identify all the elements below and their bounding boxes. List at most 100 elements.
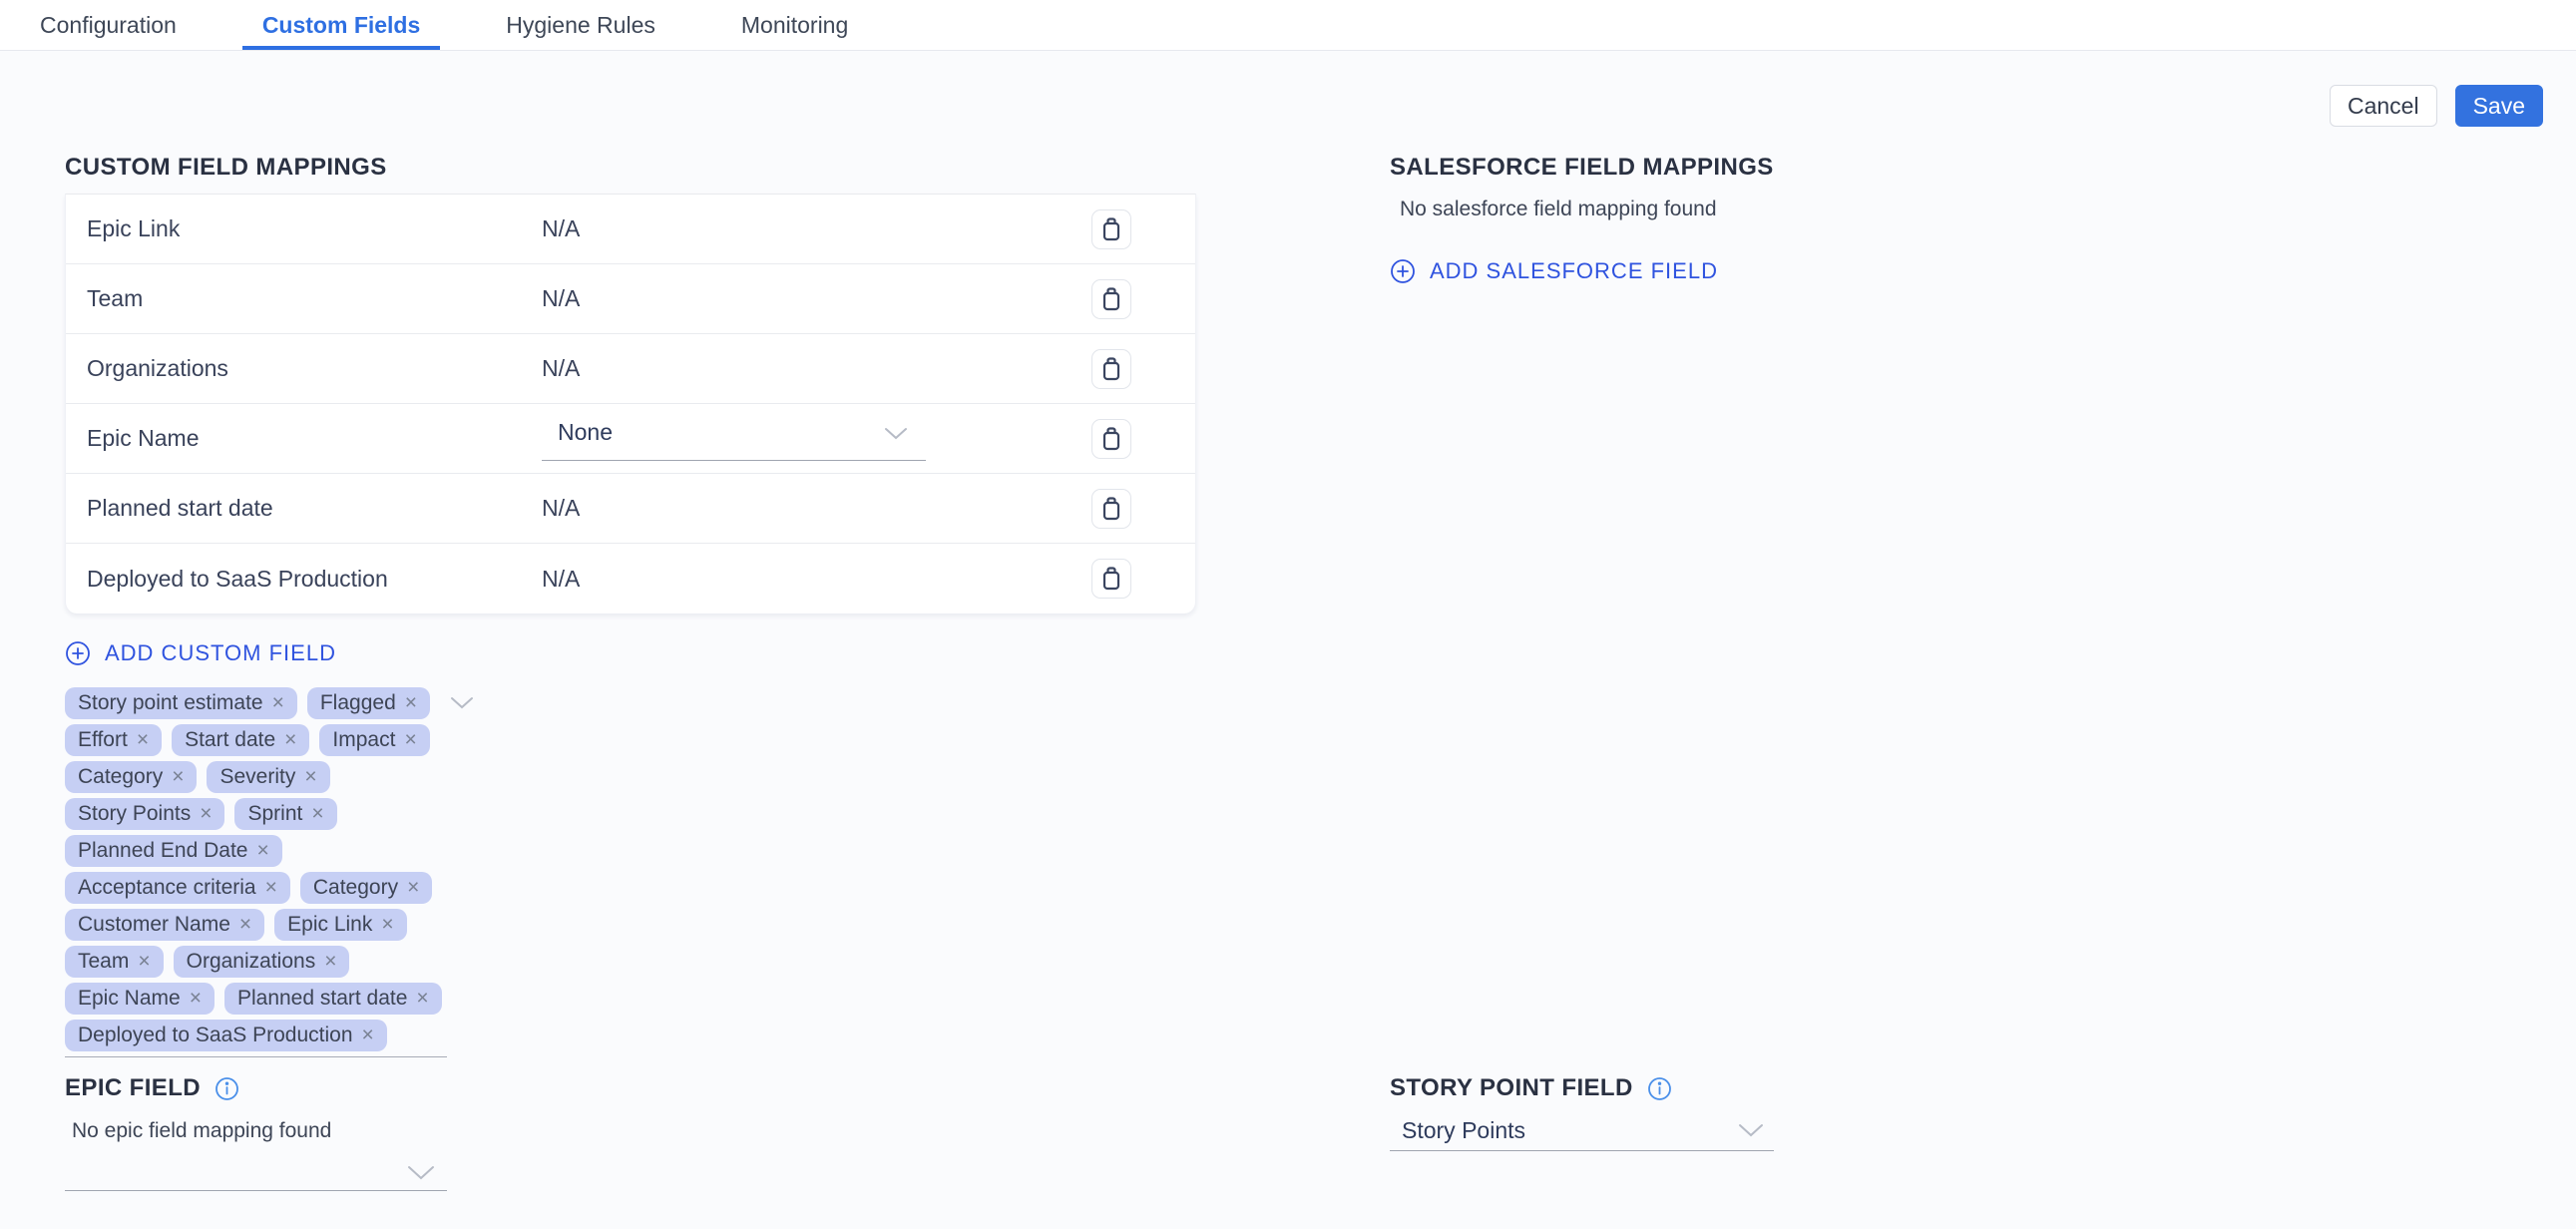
chip[interactable]: Deployed to SaaS Production×: [65, 1020, 387, 1051]
chip[interactable]: Planned End Date ×: [65, 835, 282, 867]
epic-field-empty-text: No epic field mapping found: [72, 1119, 524, 1143]
chip[interactable]: Severity ×: [207, 761, 329, 793]
add-salesforce-field-button[interactable]: ADD SALESFORCE FIELD: [1390, 258, 2188, 284]
field-label: Organizations: [87, 355, 542, 382]
chip-label: Category: [78, 765, 163, 789]
chip-label: Epic Name: [78, 987, 181, 1011]
delete-field-button[interactable]: [1091, 209, 1131, 249]
chip-remove-icon[interactable]: ×: [381, 913, 393, 937]
chip-remove-icon[interactable]: ×: [265, 876, 277, 900]
table-row: Deployed to SaaS Production N/A: [66, 544, 1195, 614]
epic-field-section: EPIC FIELD No epic field mapping found: [65, 1075, 524, 1191]
selected-value: Story Points: [1402, 1117, 1525, 1144]
trash-icon: [1098, 425, 1124, 453]
chip[interactable]: Team ×: [65, 946, 164, 978]
action-bar: Cancel Save: [2330, 85, 2543, 127]
chip[interactable]: Acceptance criteria ×: [65, 872, 290, 904]
chip-row: Planned End Date ×: [65, 835, 1196, 867]
chip-remove-icon[interactable]: ×: [304, 765, 316, 789]
chip[interactable]: Planned start date×: [224, 983, 442, 1015]
field-value: N/A: [542, 285, 580, 312]
chip-label: Flagged: [320, 691, 396, 715]
chip-remove-icon[interactable]: ×: [311, 802, 323, 826]
chip-remove-icon[interactable]: ×: [405, 691, 417, 715]
chip-remove-icon[interactable]: ×: [172, 765, 184, 789]
custom-field-mappings-title: CUSTOM FIELD MAPPINGS: [65, 155, 1196, 181]
chip-remove-icon[interactable]: ×: [256, 839, 268, 863]
chip-remove-icon[interactable]: ×: [272, 691, 284, 715]
chip-label: Impact: [332, 728, 395, 752]
story-point-field-select[interactable]: Story Points: [1390, 1117, 1774, 1151]
info-icon[interactable]: [215, 1076, 239, 1101]
chip-label: Planned End Date: [78, 839, 247, 863]
table-row: Planned start date N/A: [66, 474, 1195, 544]
chip[interactable]: Effort ×: [65, 724, 162, 756]
chip-label: Category: [313, 876, 398, 900]
add-custom-field-button[interactable]: ADD CUSTOM FIELD: [65, 640, 1196, 666]
custom-field-mappings-table: Epic Link N/A Team N/A: [65, 194, 1196, 614]
plus-circle-icon: [1390, 258, 1416, 284]
chip[interactable]: Story point estimate ×: [65, 687, 297, 719]
chip-label: Severity: [219, 765, 295, 789]
field-label: Epic Name: [87, 425, 542, 452]
info-icon[interactable]: [1647, 1076, 1672, 1101]
epic-field-title: EPIC FIELD: [65, 1075, 201, 1101]
selected-value: None: [558, 419, 613, 446]
chip-remove-icon[interactable]: ×: [137, 728, 149, 752]
save-button[interactable]: Save: [2455, 85, 2543, 127]
plus-circle-icon: [65, 640, 91, 666]
tab-monitoring[interactable]: Monitoring: [721, 0, 868, 50]
chip-remove-icon[interactable]: ×: [284, 728, 296, 752]
chevron-down-icon[interactable]: [450, 696, 474, 710]
chip[interactable]: Organizations ×: [174, 946, 350, 978]
custom-fields-multiselect[interactable]: Story point estimate × Flagged × Effort × S…: [65, 687, 1196, 1057]
chip-remove-icon[interactable]: ×: [190, 987, 202, 1011]
chip-remove-icon[interactable]: ×: [324, 950, 336, 974]
chip[interactable]: Flagged ×: [307, 687, 430, 719]
field-value: N/A: [542, 215, 580, 242]
epic-name-select[interactable]: None: [542, 417, 926, 461]
delete-field-button[interactable]: [1091, 489, 1131, 529]
chip[interactable]: Customer Name×: [65, 909, 264, 941]
tab-hygiene-rules[interactable]: Hygiene Rules: [486, 0, 675, 50]
salesforce-field-mappings-section: SALESFORCE FIELD MAPPINGS No salesforce …: [1390, 155, 2188, 284]
chip-label: Effort: [78, 728, 128, 752]
chip[interactable]: Category ×: [300, 872, 432, 904]
chip-remove-icon[interactable]: ×: [239, 913, 251, 937]
cancel-button[interactable]: Cancel: [2330, 85, 2437, 127]
chip[interactable]: Story Points×: [65, 798, 224, 830]
chip-label: Story point estimate: [78, 691, 263, 715]
chip[interactable]: Category ×: [65, 761, 197, 793]
chip[interactable]: Epic Link ×: [274, 909, 406, 941]
add-custom-field-label: ADD CUSTOM FIELD: [105, 640, 336, 666]
delete-field-button[interactable]: [1091, 419, 1131, 459]
delete-field-button[interactable]: [1091, 279, 1131, 319]
chip-row: Story Points× Sprint×: [65, 798, 1196, 830]
chip[interactable]: Epic Name ×: [65, 983, 215, 1015]
chip[interactable]: Sprint×: [234, 798, 336, 830]
chip-remove-icon[interactable]: ×: [138, 950, 150, 974]
add-salesforce-field-label: ADD SALESFORCE FIELD: [1430, 258, 1718, 284]
salesforce-field-mappings-title: SALESFORCE FIELD MAPPINGS: [1390, 155, 2188, 181]
chip-label: Acceptance criteria: [78, 876, 256, 900]
chip-label: Team: [78, 950, 129, 974]
tab-custom-fields[interactable]: Custom Fields: [242, 0, 440, 50]
epic-field-select[interactable]: [65, 1157, 447, 1191]
chip[interactable]: Start date×: [172, 724, 309, 756]
chip-remove-icon[interactable]: ×: [416, 987, 428, 1011]
delete-field-button[interactable]: [1091, 559, 1131, 599]
tab-configuration[interactable]: Configuration: [20, 0, 197, 50]
chip-remove-icon[interactable]: ×: [404, 728, 416, 752]
table-row: Organizations N/A: [66, 334, 1195, 404]
chip-row: Customer Name× Epic Link ×: [65, 909, 1196, 941]
field-value: N/A: [542, 566, 580, 593]
chip-remove-icon[interactable]: ×: [407, 876, 419, 900]
chip[interactable]: Impact ×: [319, 724, 429, 756]
chip-remove-icon[interactable]: ×: [200, 802, 212, 826]
chip-label: Epic Link: [287, 913, 372, 937]
chip-remove-icon[interactable]: ×: [362, 1024, 374, 1047]
delete-field-button[interactable]: [1091, 349, 1131, 389]
trash-icon: [1098, 565, 1124, 593]
story-point-field-section: STORY POINT FIELD Story Points: [1390, 1075, 2188, 1151]
chip-label: Organizations: [187, 950, 316, 974]
